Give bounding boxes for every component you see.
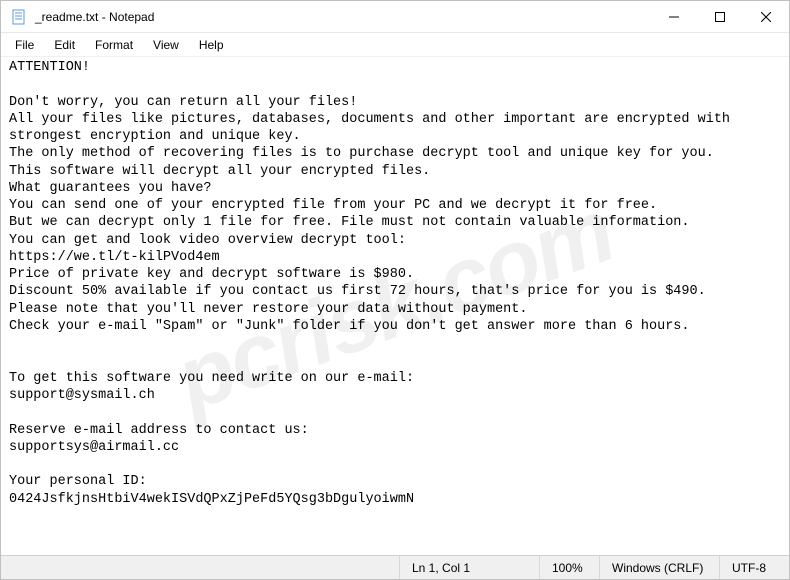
- statusbar: Ln 1, Col 1 100% Windows (CRLF) UTF-8: [1, 555, 789, 579]
- window-title: _readme.txt - Notepad: [35, 10, 651, 24]
- menu-help[interactable]: Help: [189, 36, 234, 54]
- status-zoom: 100%: [539, 556, 599, 579]
- status-cursor-position: Ln 1, Col 1: [399, 556, 539, 579]
- maximize-icon: [715, 12, 725, 22]
- menu-view[interactable]: View: [143, 36, 189, 54]
- window-controls: [651, 1, 789, 32]
- notepad-icon: [11, 9, 27, 25]
- menu-format[interactable]: Format: [85, 36, 143, 54]
- titlebar: _readme.txt - Notepad: [1, 1, 789, 33]
- menubar: File Edit Format View Help: [1, 33, 789, 57]
- status-line-ending: Windows (CRLF): [599, 556, 719, 579]
- menu-edit[interactable]: Edit: [44, 36, 85, 54]
- text-editor-area[interactable]: ATTENTION! Don't worry, you can return a…: [1, 57, 789, 555]
- document-text: ATTENTION! Don't worry, you can return a…: [9, 60, 738, 507]
- maximize-button[interactable]: [697, 1, 743, 32]
- notepad-window: _readme.txt - Notepad File Edit Format V…: [0, 0, 790, 580]
- close-icon: [761, 12, 771, 22]
- minimize-icon: [669, 12, 679, 22]
- menu-file[interactable]: File: [5, 36, 44, 54]
- status-encoding: UTF-8: [719, 556, 789, 579]
- minimize-button[interactable]: [651, 1, 697, 32]
- close-button[interactable]: [743, 1, 789, 32]
